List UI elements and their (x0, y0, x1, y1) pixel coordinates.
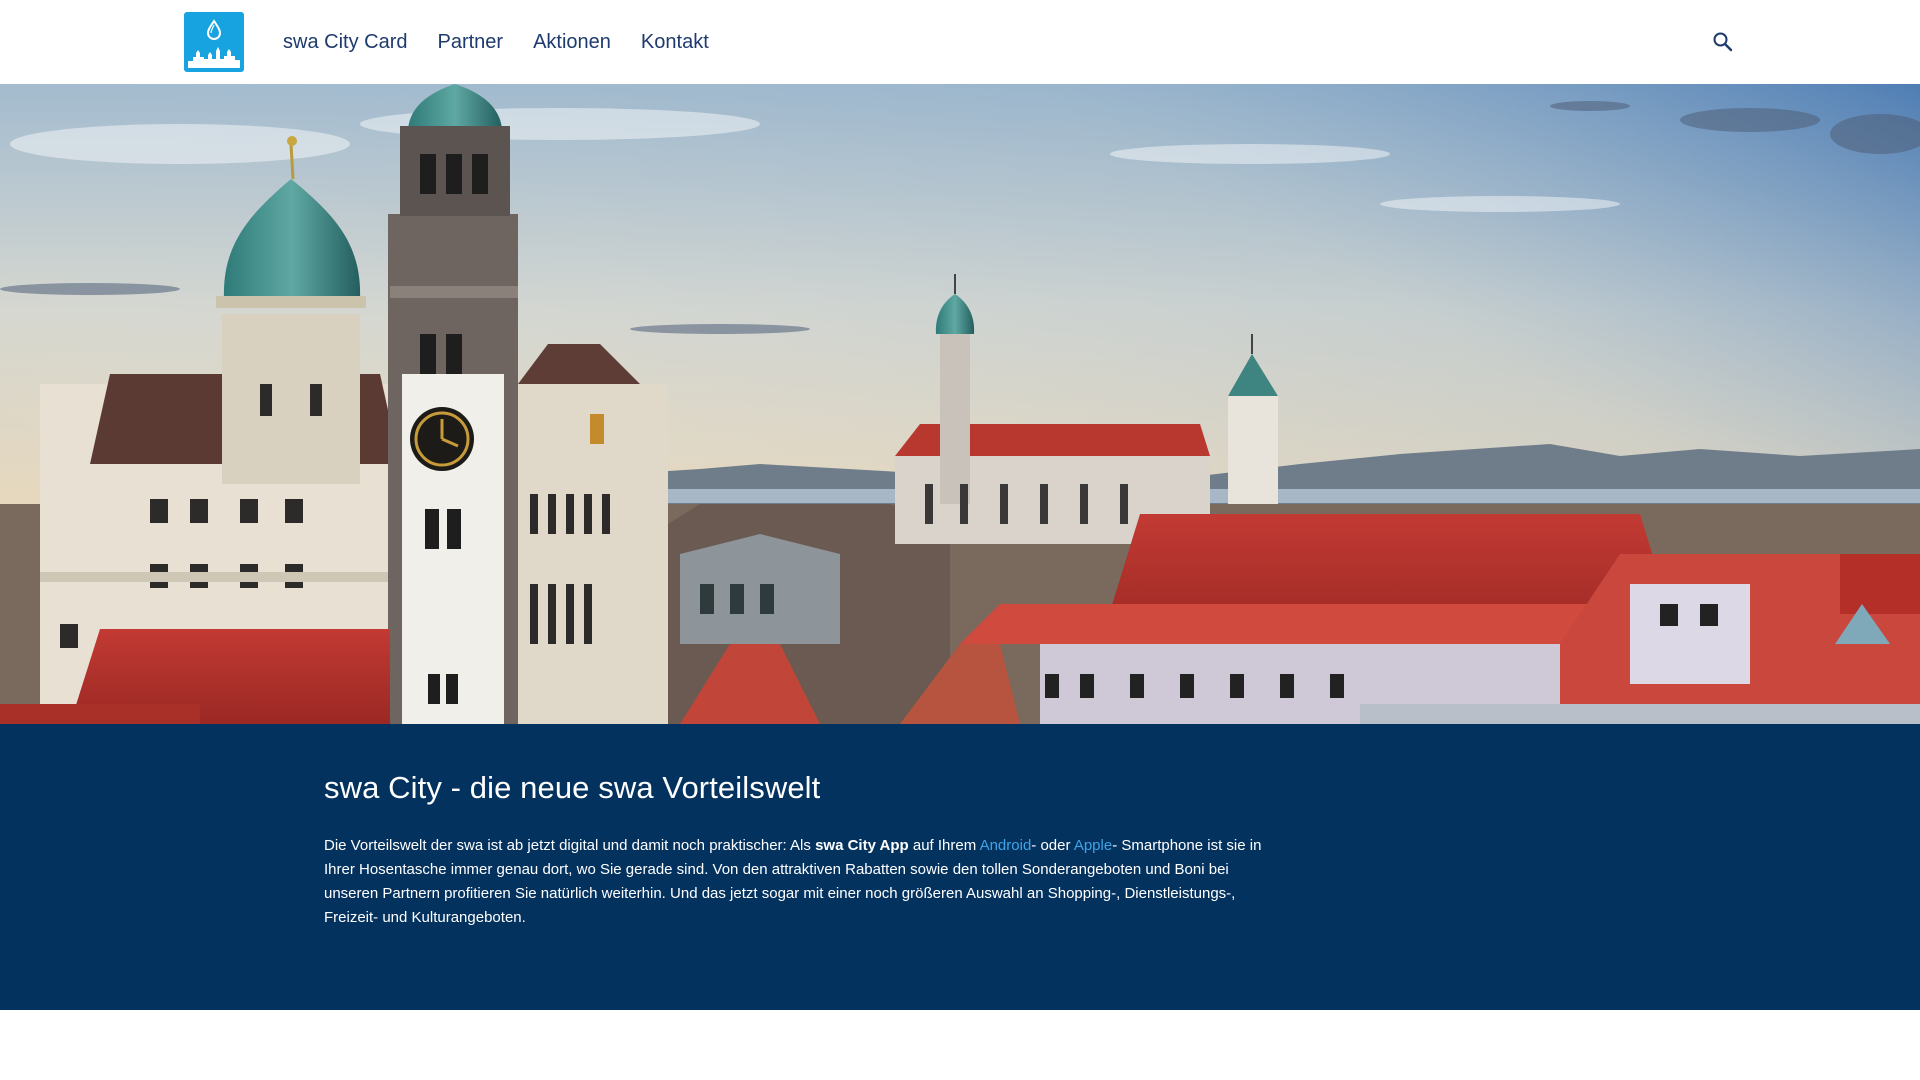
site-header: swa City Card Partner Aktionen Kontakt (0, 0, 1920, 84)
nav-item-aktionen[interactable]: Aktionen (533, 31, 611, 54)
nav-item-kontakt[interactable]: Kontakt (641, 31, 709, 54)
augsburg-city-skyline-image (0, 84, 1920, 724)
intro-text-part: Die Vorteilswelt der swa ist ab jetzt di… (324, 837, 816, 854)
intro-text-bold: swa City App (815, 837, 909, 854)
main-nav: swa City Card Partner Aktionen Kontakt (283, 0, 709, 84)
intro-section: swa City - die neue swa Vorteilswelt Die… (0, 724, 1920, 1010)
nav-item-partner[interactable]: Partner (437, 31, 503, 54)
nav-item-swa-city-card[interactable]: swa City Card (283, 31, 407, 54)
swa-city-logo[interactable] (184, 12, 244, 72)
intro-text-part: - oder (1031, 837, 1074, 854)
search-icon[interactable] (1712, 31, 1734, 53)
intro-title: swa City - die neue swa Vorteilswelt (324, 770, 821, 805)
apple-link[interactable]: Apple (1074, 837, 1112, 854)
intro-paragraph: Die Vorteilswelt der swa ist ab jetzt di… (324, 834, 1264, 930)
android-link[interactable]: Android (980, 837, 1032, 854)
swa-city-skyline-drop-icon (188, 19, 240, 68)
hero-image (0, 84, 1920, 724)
intro-text-part: auf Ihrem (908, 837, 980, 854)
